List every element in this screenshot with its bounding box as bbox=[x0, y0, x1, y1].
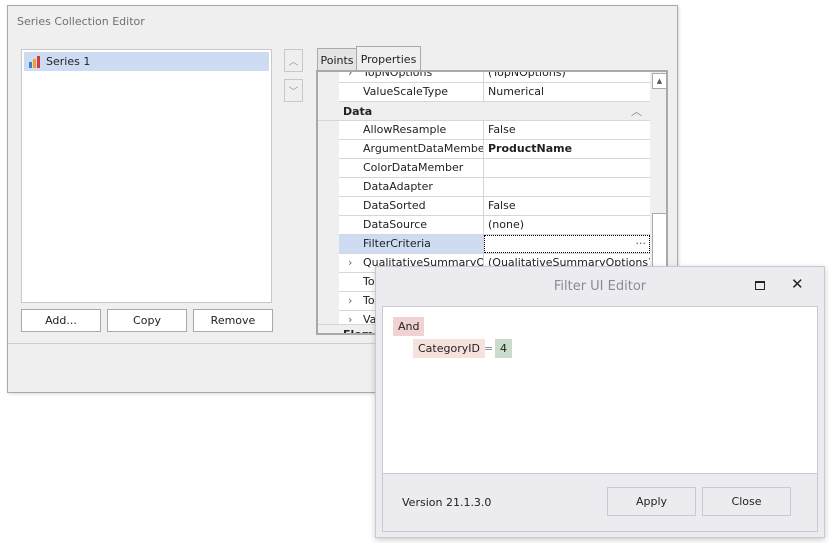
chevron-down-icon: ﹀ bbox=[288, 87, 299, 98]
property-name: ArgumentDataMember bbox=[339, 140, 484, 158]
property-name-text: DataAdapter bbox=[363, 180, 433, 193]
filter-ui-editor-dialog: Filter UI Editor ✕ And CategoryID = 4 Ve… bbox=[375, 266, 825, 538]
property-name-text: To bbox=[363, 275, 375, 288]
property-name-text: FilterCriteria bbox=[363, 237, 431, 250]
property-value[interactable]: False bbox=[484, 197, 650, 215]
property-name-text: ArgumentDataMember bbox=[363, 142, 484, 155]
property-row[interactable]: FilterCriteria... bbox=[339, 235, 650, 254]
property-name-text: DataSorted bbox=[363, 199, 426, 212]
tab-properties[interactable]: Properties bbox=[356, 46, 421, 72]
tab-points[interactable]: Points bbox=[317, 48, 357, 71]
move-down-button[interactable]: ﹀ bbox=[284, 79, 303, 102]
property-name: AllowResample bbox=[339, 121, 484, 139]
property-name-text: ColorDataMember bbox=[363, 161, 464, 174]
series-label: Series 1 bbox=[46, 55, 91, 68]
property-row[interactable]: › TopNOptions (TopNOptions) bbox=[339, 70, 650, 83]
chevron-right-icon[interactable]: › bbox=[348, 292, 352, 310]
property-row[interactable]: AllowResample False bbox=[339, 121, 650, 140]
property-value[interactable] bbox=[484, 159, 650, 177]
property-name: ValueScaleType bbox=[339, 83, 484, 101]
filter-tree[interactable]: And CategoryID = 4 bbox=[382, 306, 818, 474]
property-row[interactable]: DataSorted False bbox=[339, 197, 650, 216]
property-name: TopNOptions bbox=[363, 70, 433, 79]
remove-button[interactable]: Remove bbox=[193, 309, 273, 332]
series-listbox[interactable]: Series 1 bbox=[21, 49, 272, 303]
close-icon[interactable]: ✕ bbox=[791, 275, 804, 293]
property-name: DataSource bbox=[339, 216, 484, 234]
property-value-text: (none) bbox=[488, 218, 525, 231]
chevron-right-icon[interactable]: › bbox=[348, 254, 352, 272]
property-value-text: False bbox=[488, 199, 516, 212]
property-name-text: AllowResample bbox=[363, 123, 447, 136]
maximize-icon[interactable] bbox=[755, 281, 765, 290]
ellipsis-button[interactable]: ... bbox=[636, 235, 647, 250]
value-chip[interactable]: 4 bbox=[495, 339, 512, 358]
property-value-text: False bbox=[488, 123, 516, 136]
property-value-text: ProductName bbox=[488, 142, 573, 155]
property-row[interactable]: ColorDataMember bbox=[339, 159, 650, 178]
close-button[interactable]: Close bbox=[702, 487, 791, 516]
group-operator-chip[interactable]: And bbox=[393, 317, 425, 336]
property-row[interactable]: DataSource (none) bbox=[339, 216, 650, 235]
property-value[interactable]: (none) bbox=[484, 216, 650, 234]
category-label: Data bbox=[343, 105, 373, 118]
version-label: Version 21.1.3.0 bbox=[402, 496, 492, 509]
property-value[interactable]: False bbox=[484, 121, 650, 139]
chevron-up-icon: ︿ bbox=[288, 57, 299, 68]
add-button[interactable]: Add... bbox=[21, 309, 101, 332]
property-name-text: To bbox=[363, 294, 375, 307]
collapse-icon[interactable]: ︿ bbox=[631, 102, 642, 121]
property-value[interactable]: Numerical bbox=[484, 83, 650, 101]
category-data[interactable]: Data ︿ bbox=[318, 102, 650, 121]
property-name: DataAdapter bbox=[339, 178, 484, 196]
bar-chart-icon bbox=[29, 55, 40, 68]
series-list-item[interactable]: Series 1 bbox=[24, 52, 269, 71]
property-name-text: DataSource bbox=[363, 218, 428, 231]
property-value[interactable]: ... bbox=[484, 235, 650, 253]
apply-button[interactable]: Apply bbox=[607, 487, 696, 516]
field-chip[interactable]: CategoryID bbox=[413, 339, 485, 358]
scroll-up-arrow-icon[interactable]: ▲ bbox=[652, 73, 666, 89]
move-up-button[interactable]: ︿ bbox=[284, 49, 303, 72]
property-row[interactable]: DataAdapter bbox=[339, 178, 650, 197]
property-row[interactable]: ArgumentDataMember ProductName bbox=[339, 140, 650, 159]
property-name: DataSorted bbox=[339, 197, 484, 215]
property-name: ColorDataMember bbox=[339, 159, 484, 177]
chevron-right-icon[interactable]: › bbox=[348, 72, 352, 82]
property-name: FilterCriteria bbox=[339, 235, 484, 253]
property-value[interactable]: (TopNOptions) bbox=[484, 72, 650, 82]
copy-button[interactable]: Copy bbox=[107, 309, 187, 332]
property-value[interactable]: ProductName bbox=[484, 140, 650, 158]
operator-chip[interactable]: = bbox=[481, 339, 496, 358]
property-row[interactable]: ValueScaleType Numerical bbox=[339, 83, 650, 102]
property-value[interactable] bbox=[484, 178, 650, 196]
window-title: Series Collection Editor bbox=[17, 15, 145, 28]
